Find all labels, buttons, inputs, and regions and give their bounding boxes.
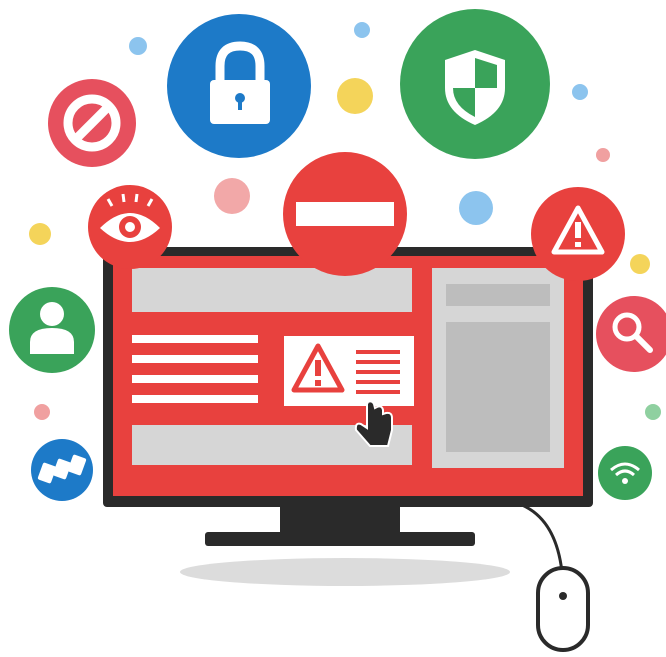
warning-icon	[531, 187, 625, 281]
no-entry-icon	[283, 152, 407, 276]
security-illustration	[0, 0, 666, 657]
search-icon	[596, 296, 666, 372]
shield-icon	[400, 9, 550, 159]
eye-icon	[88, 185, 172, 269]
header-bar	[132, 268, 412, 312]
lock-icon	[167, 14, 311, 158]
user-icon	[9, 287, 95, 373]
prohibited-icon	[48, 79, 136, 167]
warning-popup	[284, 336, 414, 406]
monitor-stand	[180, 500, 510, 586]
card-icon	[31, 439, 93, 501]
wifi-icon	[598, 446, 652, 500]
mouse-icon	[521, 503, 590, 652]
monitor	[103, 247, 593, 507]
